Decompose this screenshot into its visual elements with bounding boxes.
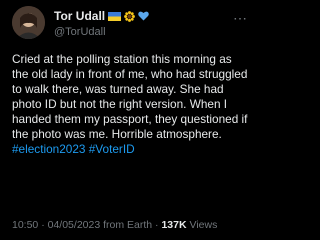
tweet-time[interactable]: 10:50 [12,219,38,231]
more-options-icon[interactable]: ⋯ [233,10,248,27]
views-count: 137K [161,219,187,231]
display-name-row: Tor Udall [54,9,149,23]
tweet-body: Cried at the polling station this mornin… [12,52,248,157]
ukraine-flag-icon [108,11,122,21]
hashtag-voterid[interactable]: #VoterID [89,142,135,156]
tweet-date[interactable]: 04/05/2023 [48,219,101,231]
sunflower-icon [124,10,136,22]
meta-separator: · [41,219,45,231]
tweet-meta: 10:50 · 04/05/2023 from Earth · 137K Vie… [12,219,217,231]
tweet-source: from Earth [103,219,153,231]
views-label: Views [189,219,218,231]
user-handle[interactable]: @TorUdall [54,26,149,38]
tweet-header: Tor Udall @TorUdall ⋯ [12,6,248,42]
avatar[interactable] [12,6,45,39]
avatar-image [12,6,45,39]
blue-heart-icon [138,11,149,21]
meta-separator: · [155,219,159,231]
display-name[interactable]: Tor Udall [54,9,105,23]
hashtags: #election2023 #VoterID [12,142,248,157]
hashtag-election2023[interactable]: #election2023 [12,142,85,156]
tweet-text: Cried at the polling station this mornin… [12,52,248,141]
